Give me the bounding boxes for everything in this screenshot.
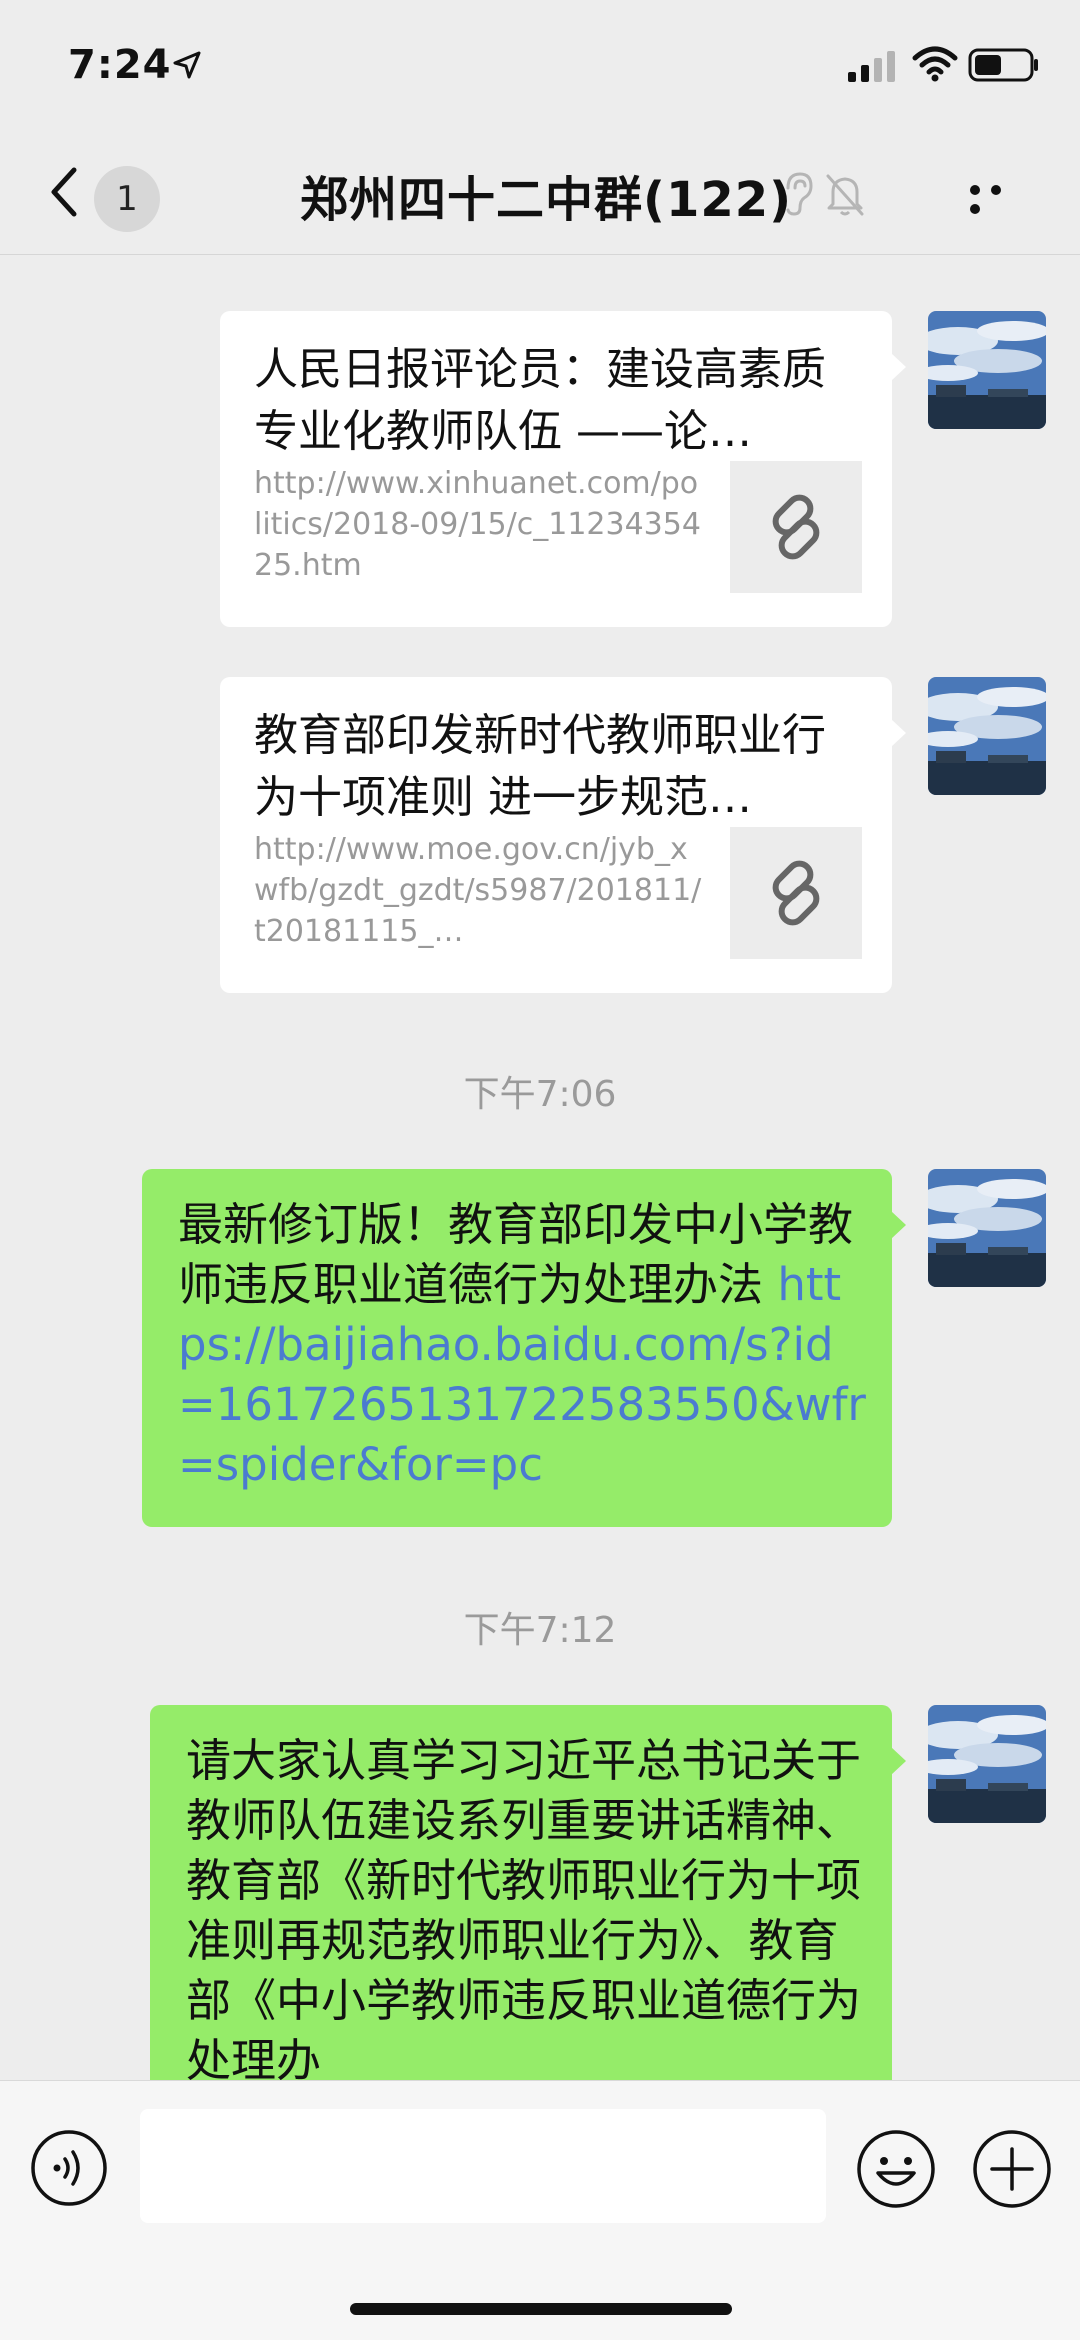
status-time: 7:24 bbox=[68, 42, 172, 88]
back-chevron-icon[interactable] bbox=[40, 160, 100, 224]
ear-icon bbox=[786, 172, 813, 216]
unread-count-badge[interactable]: 1 bbox=[94, 166, 160, 232]
message-timestamp: 下午7:12 bbox=[463, 1610, 617, 1651]
link-card-url: http://www.moe.gov.cn/jyb_xwfb/gzdt_gzdt… bbox=[254, 832, 702, 949]
emoji-icon[interactable] bbox=[856, 2129, 936, 2209]
link-thumbnail bbox=[730, 461, 862, 593]
text-message[interactable]: 最新修订版！教育部印发中小学教师违反职业道德行为处理办法 https://bai… bbox=[142, 1169, 906, 1527]
link-thumbnail bbox=[730, 827, 862, 959]
chat-message-list[interactable]: 人民日报评论员：建设高素质专业化教师队伍 ——论… http://www.xin… bbox=[0, 255, 1080, 2080]
location-arrow-icon bbox=[173, 51, 201, 79]
voice-icon[interactable] bbox=[30, 2129, 108, 2207]
avatar[interactable] bbox=[928, 311, 1046, 429]
link-icon bbox=[772, 860, 820, 926]
message-input[interactable] bbox=[140, 2109, 826, 2223]
more-dots-icon[interactable] bbox=[970, 180, 1030, 214]
home-indicator[interactable] bbox=[350, 2303, 732, 2315]
message-timestamp: 下午7:06 bbox=[463, 1074, 617, 1115]
link-card-message[interactable]: 教育部印发新时代教师职业行为十项准则 进一步规范… http://www.moe… bbox=[220, 677, 906, 993]
signal-icon bbox=[848, 51, 895, 82]
avatar[interactable] bbox=[928, 1169, 1046, 1287]
battery-icon bbox=[968, 48, 1038, 82]
link-card-url: http://www.xinhuanet.com/politics/2018-0… bbox=[254, 466, 701, 583]
message-text: 请大家认真学习习近平总书记关于教师队伍建设系列重要讲话精神、教育部《新时代教师职… bbox=[186, 1734, 862, 2080]
link-icon bbox=[772, 494, 820, 560]
input-bar bbox=[0, 2080, 1080, 2340]
text-message[interactable]: 请大家认真学习习近平总书记关于教师队伍建设系列重要讲话精神、教育部《新时代教师职… bbox=[150, 1705, 906, 2080]
chat-header: 1 郑州四十二中群(122) bbox=[0, 130, 1080, 255]
wifi-icon bbox=[912, 46, 958, 82]
link-card-title: 教育部印发新时代教师职业行为十项准则 进一步规范… bbox=[254, 710, 826, 823]
avatar[interactable] bbox=[928, 677, 1046, 795]
page-title: 郑州四十二中群(122) bbox=[300, 172, 793, 228]
link-card-title: 人民日报评论员：建设高素质专业化教师队伍 ——论… bbox=[254, 344, 826, 457]
message-text: 最新修订版！教育部印发中小学教师违反职业道德行为处理办法 bbox=[178, 1198, 854, 1311]
mute-bell-icon bbox=[826, 174, 864, 216]
plus-icon[interactable] bbox=[972, 2129, 1052, 2209]
avatar[interactable] bbox=[928, 1705, 1046, 1823]
link-card-message[interactable]: 人民日报评论员：建设高素质专业化教师队伍 ——论… http://www.xin… bbox=[220, 311, 906, 627]
status-bar: 7:24 bbox=[0, 0, 1080, 130]
